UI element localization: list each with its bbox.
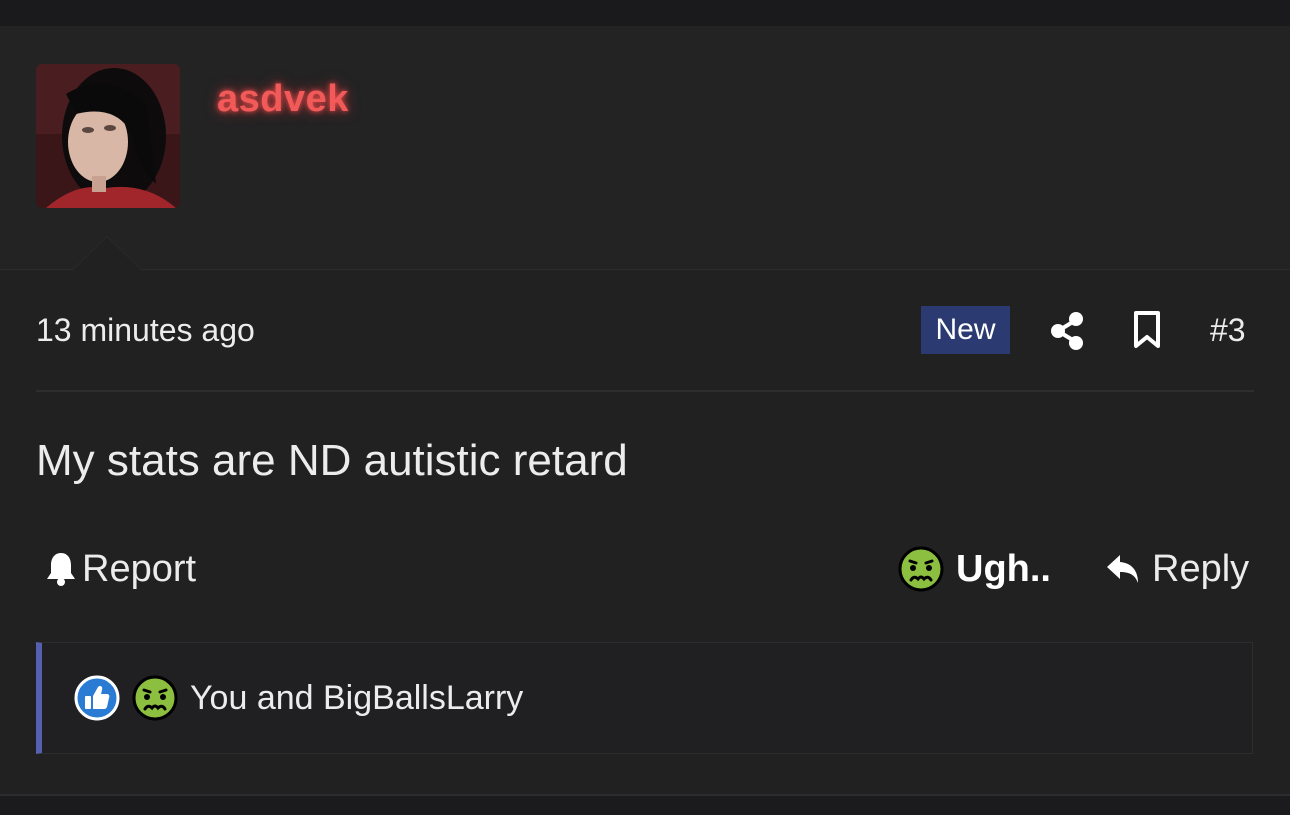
reactions-text[interactable]: You and BigBallsLarry bbox=[190, 679, 523, 718]
divider bbox=[36, 390, 1254, 392]
username[interactable]: asdvek bbox=[217, 78, 349, 121]
report-button[interactable]: Report bbox=[44, 541, 196, 597]
post-body: My stats are ND autistic retard bbox=[36, 436, 628, 485]
post-timestamp[interactable]: 13 minutes ago bbox=[36, 312, 255, 349]
post-meta-row: 13 minutes ago New #3 bbox=[36, 302, 1254, 362]
post-actions: Report Ugh.. Reply bbox=[36, 541, 1254, 597]
reaction-label: Ugh.. bbox=[956, 547, 1051, 590]
bell-icon bbox=[47, 553, 75, 586]
reply-arrow-icon bbox=[1107, 555, 1138, 583]
top-strip bbox=[0, 0, 1290, 26]
new-badge: New bbox=[921, 306, 1010, 354]
post-number[interactable]: #3 bbox=[1210, 312, 1246, 349]
share-icon[interactable] bbox=[1049, 311, 1085, 351]
reaction-button[interactable]: Ugh.. bbox=[898, 541, 1051, 597]
user-header: asdvek bbox=[0, 26, 1290, 270]
post-container: asdvek 13 minutes ago New #3 My stats ar… bbox=[0, 26, 1290, 796]
bookmark-icon[interactable] bbox=[1132, 310, 1162, 350]
reply-label: Reply bbox=[1152, 547, 1250, 590]
reactions-summary[interactable]: You and BigBallsLarry bbox=[36, 642, 1253, 754]
bottom-edge bbox=[0, 794, 1290, 815]
avatar[interactable] bbox=[36, 64, 180, 208]
report-label: Report bbox=[82, 547, 197, 590]
thumbs-up-icon bbox=[74, 675, 120, 721]
nauseated-face-icon bbox=[898, 546, 944, 592]
nauseated-face-icon bbox=[132, 675, 178, 721]
header-pointer bbox=[73, 237, 141, 270]
reply-button[interactable]: Reply bbox=[1104, 541, 1249, 597]
